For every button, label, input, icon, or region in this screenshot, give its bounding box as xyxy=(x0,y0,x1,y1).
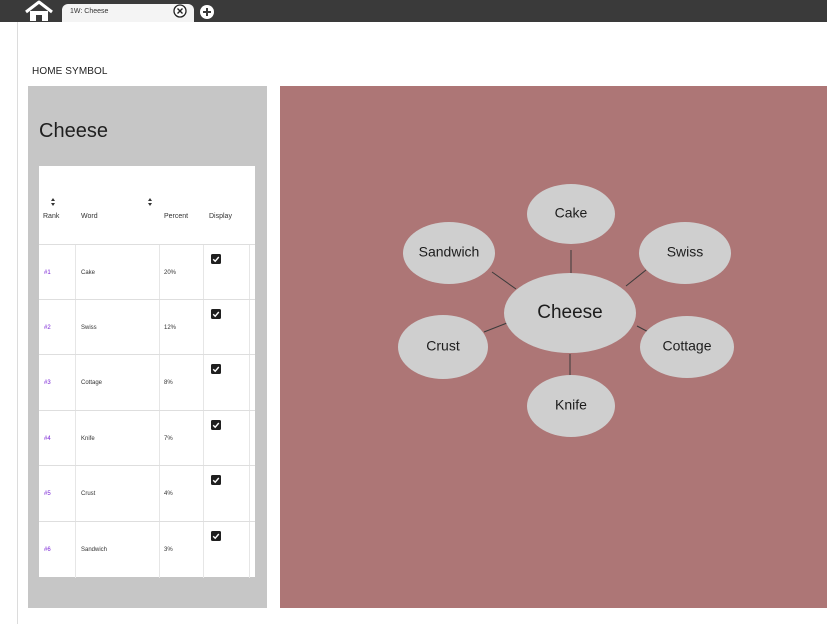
tab-close-button[interactable] xyxy=(173,4,187,18)
window-edge xyxy=(17,22,18,624)
row-percent: 3% xyxy=(164,547,173,553)
row-rank: #6 xyxy=(44,547,51,553)
word-map-canvas: Cheese Cake Swiss Cottage Knife Crust Sa… xyxy=(280,86,827,608)
display-checkbox[interactable] xyxy=(211,420,221,430)
node-knife[interactable]: Knife xyxy=(527,375,615,437)
header-percent: Percent xyxy=(164,213,189,220)
center-node-label: Cheese xyxy=(537,302,603,323)
node-label: Cake xyxy=(555,205,588,221)
node-sandwich[interactable]: Sandwich xyxy=(403,222,495,284)
tab-label: 1W: Cheese xyxy=(70,8,109,15)
word-table: Rank Word Percent Display #1 Cake 20% #2… xyxy=(39,166,255,578)
row-rank: #4 xyxy=(44,436,51,442)
display-checkbox[interactable] xyxy=(211,364,221,374)
home-icon xyxy=(25,0,53,21)
row-percent: 8% xyxy=(164,380,173,386)
row-word: Swiss xyxy=(81,325,97,331)
row-word: Sandwich xyxy=(81,547,108,553)
sort-word-icon[interactable] xyxy=(147,197,153,207)
row-word: Crust xyxy=(81,491,96,497)
table-row[interactable]: #5 Crust 4% xyxy=(39,465,255,522)
new-tab-button[interactable] xyxy=(199,4,215,20)
plus-icon xyxy=(200,5,214,19)
header-display: Display xyxy=(209,213,232,220)
row-percent: 20% xyxy=(164,270,177,276)
node-label: Sandwich xyxy=(419,244,480,260)
header-rank[interactable]: Rank xyxy=(43,213,59,220)
node-label: Cottage xyxy=(662,338,711,354)
display-checkbox[interactable] xyxy=(211,309,221,319)
table-row[interactable]: #4 Knife 7% xyxy=(39,410,255,467)
row-word: Knife xyxy=(81,436,95,442)
panel-title: Cheese xyxy=(39,120,108,142)
row-word: Cake xyxy=(81,270,96,276)
close-icon xyxy=(173,4,187,18)
node-cottage[interactable]: Cottage xyxy=(640,316,734,378)
table-row[interactable]: #6 Sandwich 3% xyxy=(39,521,255,578)
breadcrumb: HOME SYMBOL xyxy=(32,66,108,77)
row-percent: 7% xyxy=(164,436,173,442)
row-rank: #1 xyxy=(44,270,51,276)
display-checkbox[interactable] xyxy=(211,475,221,485)
word-list-panel: Cheese Rank Word Percent Display #1 Cake… xyxy=(28,86,267,608)
header-word[interactable]: Word xyxy=(81,213,98,220)
display-checkbox[interactable] xyxy=(211,531,221,541)
display-checkbox[interactable] xyxy=(211,254,221,264)
center-node[interactable]: Cheese xyxy=(504,273,636,353)
table-header: Rank Word Percent Display xyxy=(39,166,255,244)
node-crust[interactable]: Crust xyxy=(398,315,488,379)
row-rank: #2 xyxy=(44,325,51,331)
table-row[interactable]: #2 Swiss 12% xyxy=(39,299,255,356)
node-label: Crust xyxy=(426,338,460,354)
word-map: Cheese Cake Swiss Cottage Knife Crust Sa… xyxy=(398,184,734,437)
node-label: Swiss xyxy=(667,244,704,260)
table-row[interactable]: #3 Cottage 8% xyxy=(39,354,255,411)
row-rank: #3 xyxy=(44,380,51,386)
row-percent: 12% xyxy=(164,325,177,331)
row-word: Cottage xyxy=(81,380,103,386)
node-cake[interactable]: Cake xyxy=(527,184,615,244)
row-percent: 4% xyxy=(164,491,173,497)
sort-rank-icon[interactable] xyxy=(50,197,56,207)
node-swiss[interactable]: Swiss xyxy=(639,222,731,284)
home-button[interactable] xyxy=(22,0,56,22)
tab-bar: 1W: Cheese xyxy=(0,0,827,22)
node-label: Knife xyxy=(555,397,587,413)
table-row[interactable]: #1 Cake 20% xyxy=(39,244,255,301)
row-rank: #5 xyxy=(44,491,51,497)
